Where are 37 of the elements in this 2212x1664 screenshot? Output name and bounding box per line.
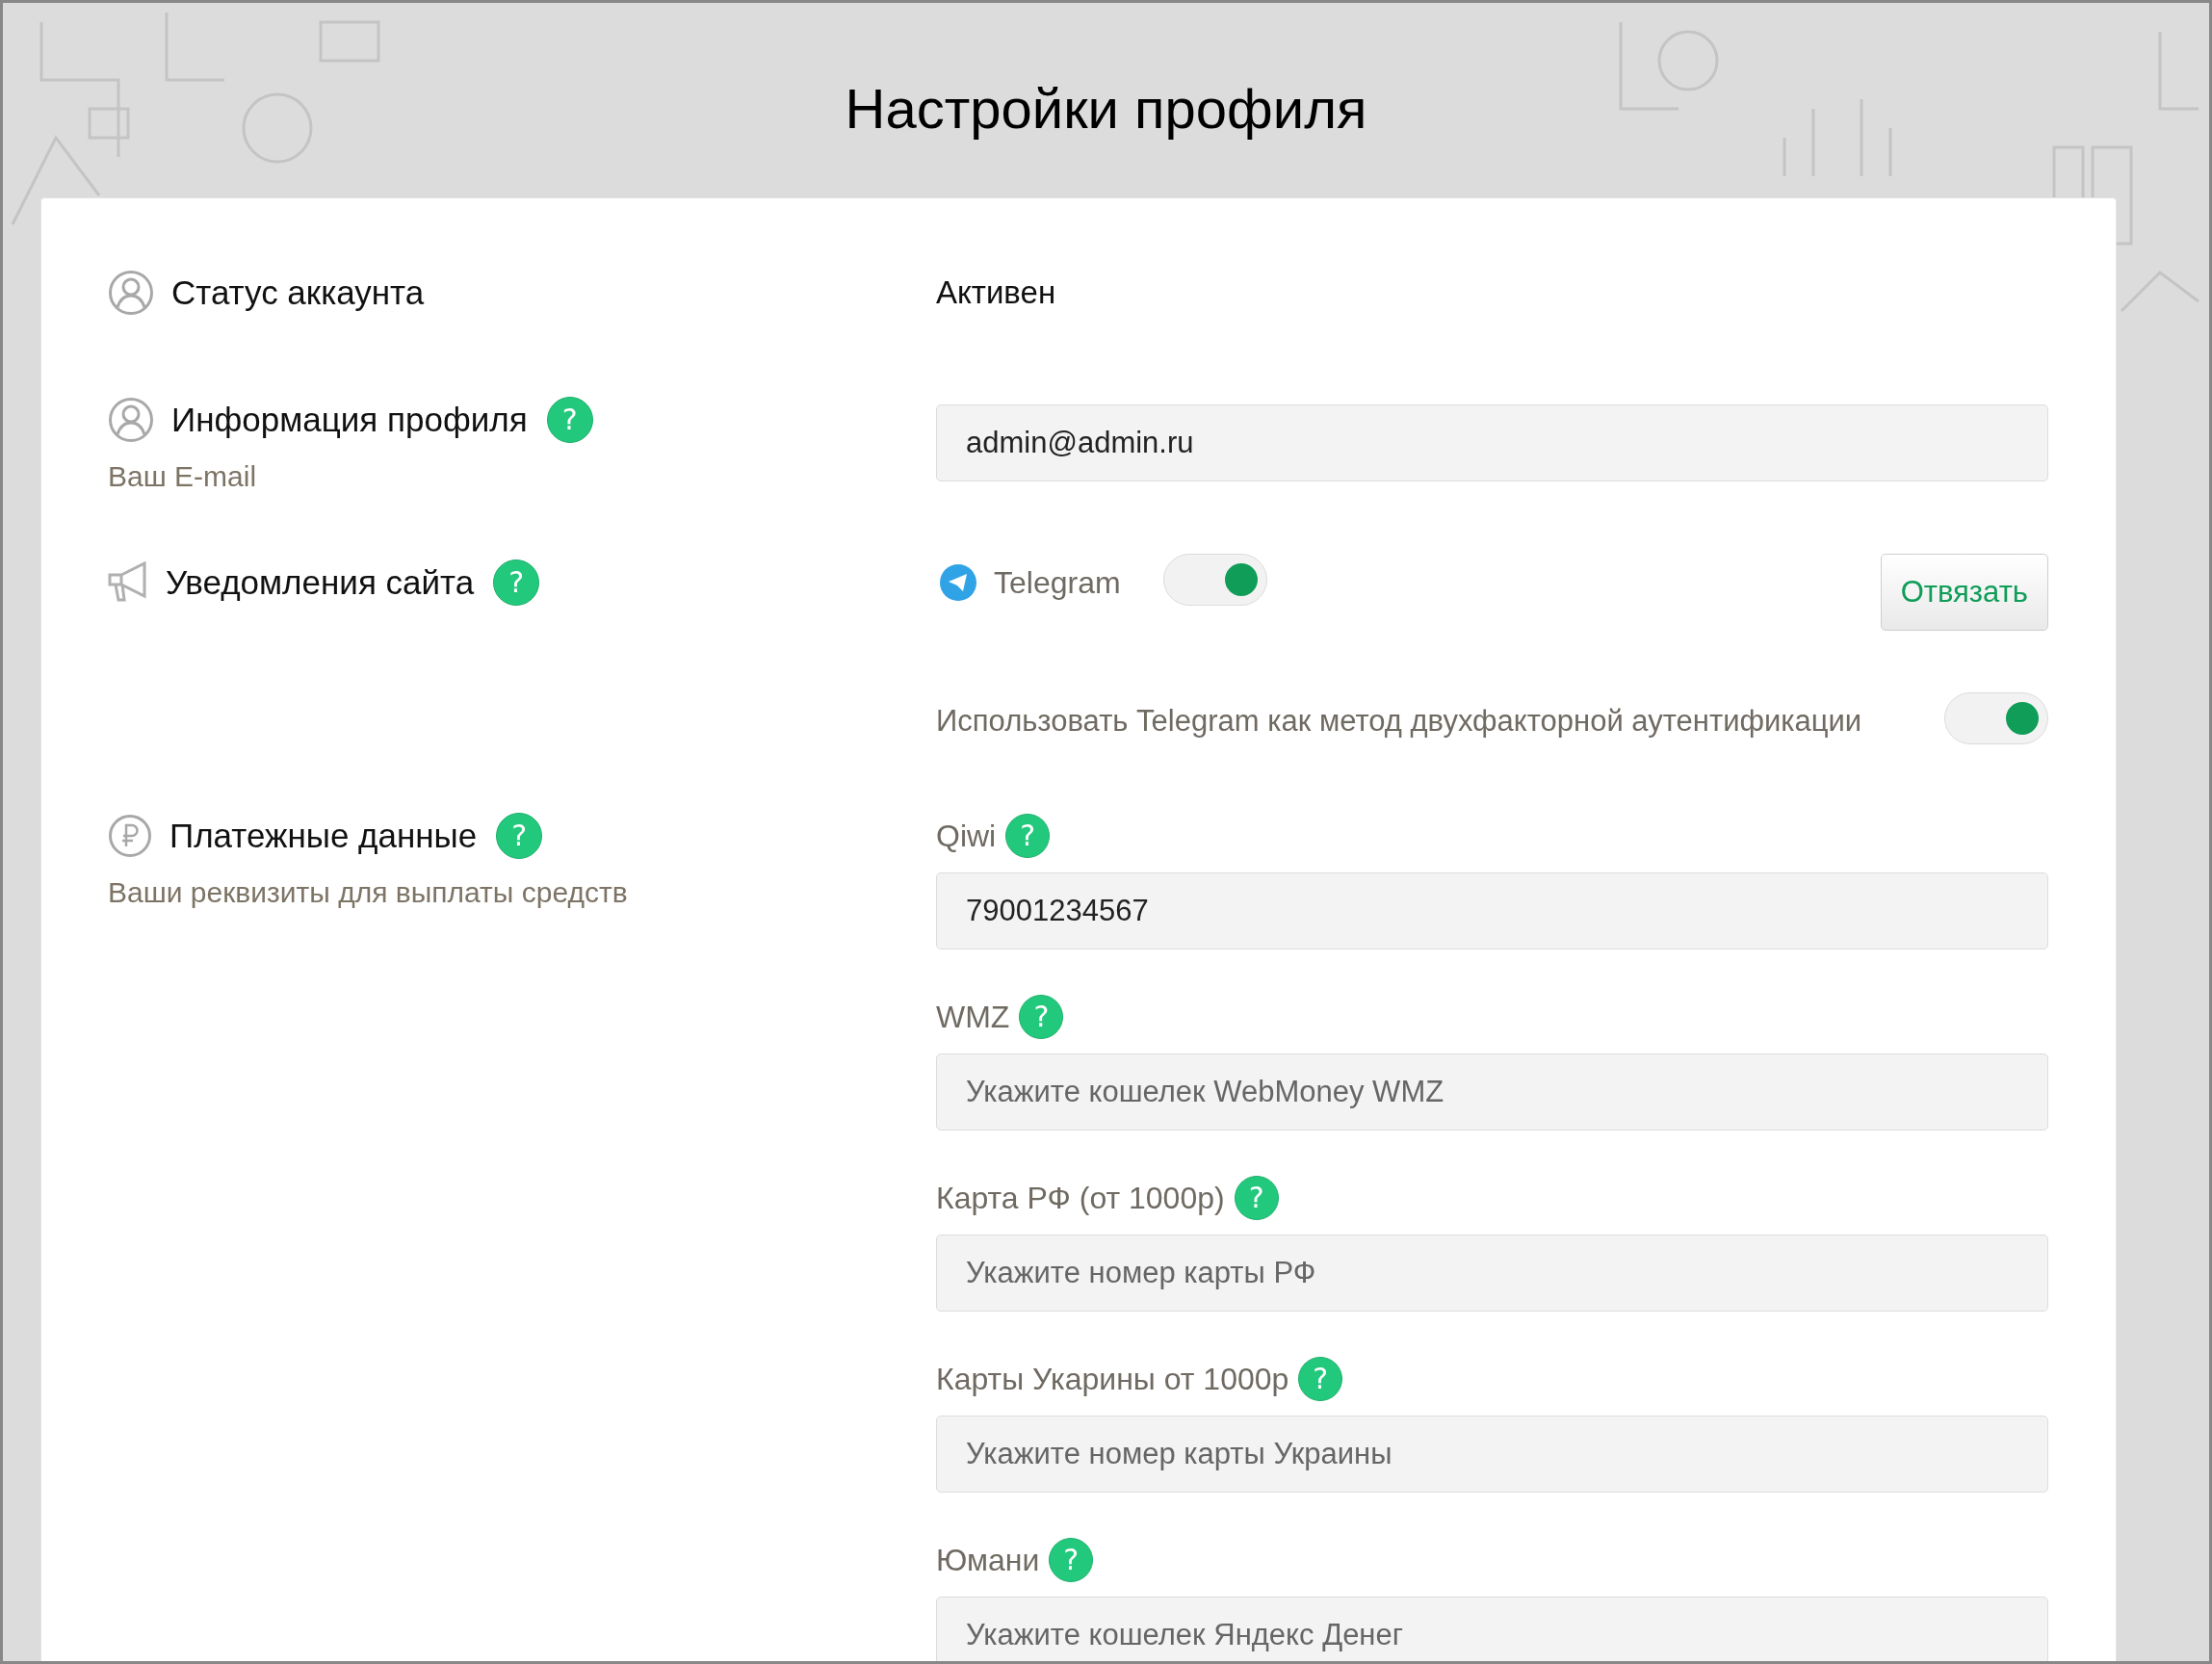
help-badge[interactable]: ?: [496, 813, 543, 859]
two-factor-label: Использовать Telegram как метод двухфакторной аутентификации: [936, 703, 1862, 741]
section-subtitle: Ваш E-mail: [108, 459, 258, 494]
field-label: Карты Укарины от 1000р: [936, 1361, 1289, 1398]
help-badge[interactable]: ?: [1049, 1538, 1094, 1582]
toggle-switch[interactable]: [1162, 553, 1267, 606]
section-title: Информация профиля: [171, 399, 528, 440]
help-badge[interactable]: ?: [1019, 995, 1064, 1039]
user-icon: [108, 397, 154, 443]
help-badge[interactable]: ?: [1234, 1176, 1279, 1220]
input-field[interactable]: 79001234567: [936, 872, 2048, 949]
input-field[interactable]: Укажите номер карты РФ: [936, 1235, 2048, 1312]
field-label: WMZ: [936, 999, 1010, 1036]
help-badge[interactable]: ?: [493, 559, 540, 606]
section-title: Платежные данные: [169, 815, 478, 856]
unlink-button[interactable]: Отвязать: [1880, 554, 2048, 631]
help-badge[interactable]: ?: [1298, 1357, 1343, 1401]
help-badge[interactable]: ?: [1005, 814, 1051, 858]
user-icon: [108, 270, 154, 316]
input-field[interactable]: admin@admin.ru: [936, 404, 2048, 481]
field-label: Юмани: [936, 1542, 1040, 1579]
input-field[interactable]: Укажите номер карты Украины: [936, 1416, 2048, 1493]
help-badge[interactable]: ?: [546, 397, 593, 443]
section-title: Статус аккаунта: [171, 272, 425, 313]
page-title: Настройки профиля: [844, 76, 1368, 142]
status-value: Активен: [936, 273, 1057, 312]
megaphone-icon: [108, 561, 148, 604]
input-field[interactable]: Укажите кошелек Яндекс Денег: [936, 1597, 2048, 1661]
toggle-switch[interactable]: [1944, 692, 2048, 744]
field-label: Qiwi: [936, 818, 997, 855]
ruble-icon: [108, 814, 152, 858]
field-label: Карта РФ (от 1000р): [936, 1180, 1225, 1217]
telegram-label: Telegram: [994, 564, 1121, 602]
telegram-icon: [940, 564, 976, 601]
input-field[interactable]: Укажите кошелек WebMoney WMZ: [936, 1053, 2048, 1131]
section-title: Уведомления сайта: [166, 561, 475, 603]
section-subtitle: Ваши реквизиты для выплаты средств: [108, 875, 629, 910]
